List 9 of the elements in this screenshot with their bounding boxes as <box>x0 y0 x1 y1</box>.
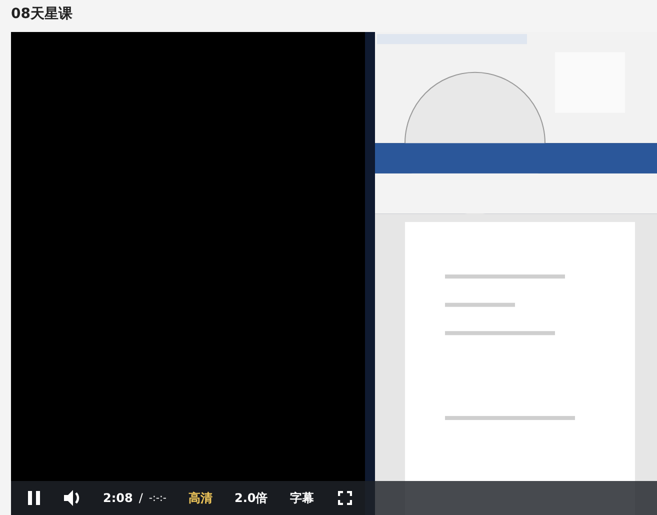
duration: -:-:- <box>148 492 166 504</box>
current-time: 2:08 <box>103 491 133 505</box>
time-separator: / <box>138 491 143 505</box>
fullscreen-icon[interactable] <box>338 491 352 505</box>
page-title: 08天星课 <box>10 5 74 24</box>
player-option[interactable]: 2.0倍 <box>234 490 268 506</box>
player-option[interactable]: 高清 <box>188 490 212 506</box>
player-option[interactable]: 字幕 <box>290 490 314 506</box>
pause-icon[interactable] <box>27 490 41 506</box>
